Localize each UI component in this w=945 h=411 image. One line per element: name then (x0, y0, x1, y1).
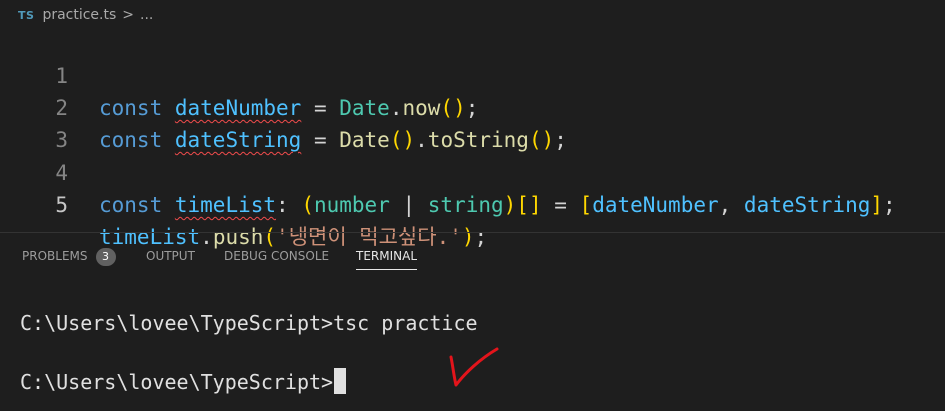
tab-output[interactable]: OUTPUT (146, 247, 195, 269)
line-number: 5 (55, 193, 68, 217)
tab-terminal-label: TERMINAL (356, 249, 418, 263)
tab-terminal[interactable]: TERMINAL (356, 247, 418, 270)
breadcrumb: TS practice.ts > ... (0, 0, 945, 30)
breadcrumb-ellipsis[interactable]: ... (140, 7, 153, 23)
code-line-4[interactable]: 4 const timeList: (number | string)[] = … (0, 125, 945, 217)
code-text: const timeList: (number | string)[] = [d… (99, 193, 896, 217)
code-line-5[interactable]: 5 timeList.push('냉면이 먹고싶다.'); (0, 157, 945, 249)
code-line-2[interactable]: 2 const dateString = Date().toString(); (0, 60, 945, 152)
terminal-cursor (334, 368, 347, 394)
red-checkmark-icon (449, 347, 499, 387)
breadcrumb-filename[interactable]: practice.ts (42, 7, 116, 23)
breadcrumb-separator-icon: > (122, 7, 135, 23)
checkmark-stroke (449, 347, 499, 387)
terminal-prompt-line[interactable]: C:\Users\lovee\TypeScript> (20, 367, 347, 397)
problems-count-badge: 3 (95, 248, 116, 266)
typescript-file-icon: TS (18, 8, 35, 22)
tab-problems[interactable]: PROBLEMS 3 (22, 247, 116, 269)
terminal-prompt: C:\Users\lovee\TypeScript> (20, 370, 334, 394)
code-line-1[interactable]: 1 const dateNumber = Date.now(); (0, 28, 945, 120)
tab-debug-console[interactable]: DEBUG CONSOLE (224, 247, 329, 269)
terminal[interactable]: C:\Users\lovee\TypeScript>tsc practice C… (0, 276, 945, 411)
terminal-output-line: C:\Users\lovee\TypeScript>tsc practice (20, 311, 478, 335)
code-editor[interactable]: 1 const dateNumber = Date.now(); 2 const… (0, 28, 945, 249)
tab-debug-console-label: DEBUG CONSOLE (224, 249, 330, 263)
panel-tab-bar: PROBLEMS 3 OUTPUT DEBUG CONSOLE TERMINAL (0, 232, 945, 277)
tab-problems-label: PROBLEMS (22, 249, 88, 263)
code-line-3[interactable]: 3 (0, 92, 945, 152)
tab-output-label: OUTPUT (146, 249, 195, 263)
